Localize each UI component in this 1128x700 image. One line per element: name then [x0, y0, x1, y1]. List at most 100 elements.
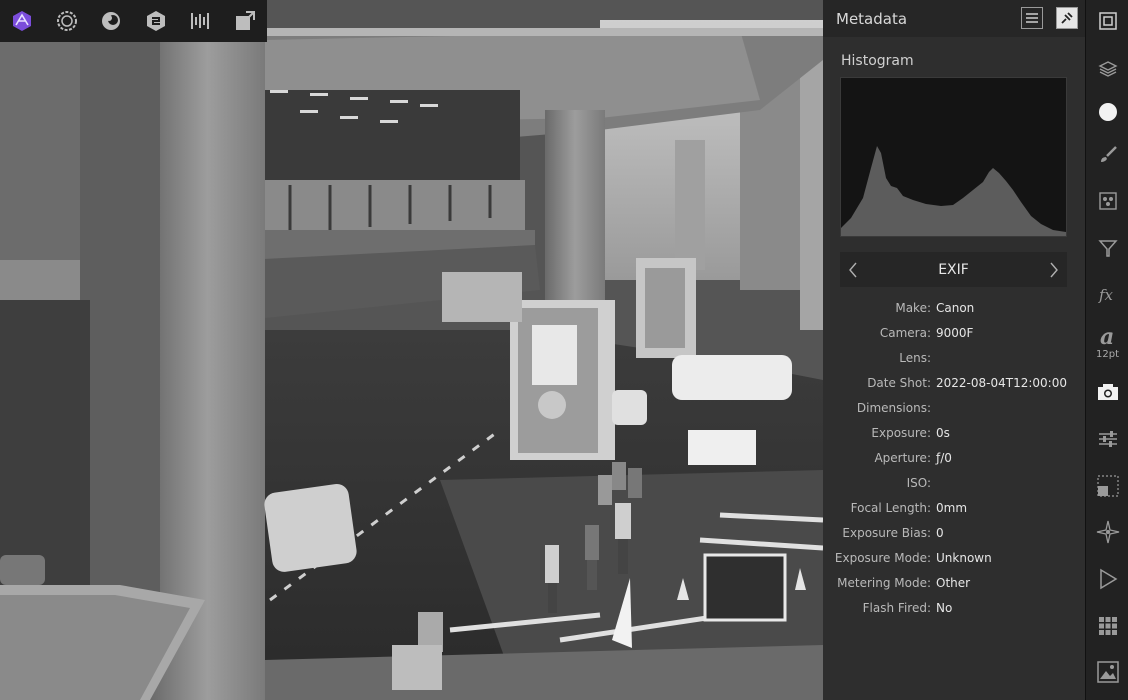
fx-icon: fx [1098, 286, 1114, 304]
exif-row-focal-length: Focal Length: 0mm [823, 497, 1085, 522]
exif-row-make: Make: Canon [823, 297, 1085, 322]
navigator-compass-button[interactable] [1086, 517, 1128, 547]
exif-row-dimensions: Dimensions: [823, 397, 1085, 422]
panel-title: Metadata [836, 9, 908, 28]
channels-button[interactable] [1086, 186, 1128, 216]
exif-row-exposure-mode: Exposure Mode: Unknown [823, 547, 1085, 572]
exif-next-button[interactable] [1047, 260, 1061, 280]
exif-row-exposure: Exposure: 0s [823, 422, 1085, 447]
exif-row-aperture: Aperture: ƒ/0 [823, 447, 1085, 472]
exif-prev-button[interactable] [846, 260, 860, 280]
library-button[interactable] [1086, 611, 1128, 641]
share-button[interactable] [223, 0, 268, 42]
adjustments-icon [1098, 431, 1117, 447]
fx-button[interactable]: fx [1086, 280, 1128, 310]
develop-persona-button[interactable] [89, 0, 134, 42]
exif-value: Canon [936, 301, 975, 315]
exif-label: Flash Fired: [862, 601, 931, 615]
panel-header: Metadata [823, 0, 1085, 37]
transform-icon [1096, 475, 1119, 497]
photo-persona-icon [13, 11, 32, 31]
tone-mapping-persona-button[interactable] [134, 0, 179, 42]
menu-lines-icon [1026, 13, 1038, 23]
filter-icon [1097, 240, 1118, 257]
navigator-icon [1098, 12, 1117, 30]
transform-button[interactable] [1086, 471, 1128, 501]
exif-row-date-shot: Date Shot: 2022-08-04T12:00:00 [823, 372, 1085, 397]
histogram-chart [840, 77, 1067, 237]
macro-play-button[interactable] [1086, 564, 1128, 594]
svg-text:fx: fx [1098, 286, 1114, 304]
exif-value: Unknown [936, 551, 992, 565]
exif-navigator: EXIF [840, 252, 1067, 287]
exif-value: 9000F [936, 326, 974, 340]
develop-persona-icon [102, 12, 121, 30]
studio-toolbar: fx a 12pt [1085, 0, 1128, 700]
document-canvas[interactable] [0, 0, 823, 700]
exif-row-iso: ISO: [823, 472, 1085, 497]
export-persona-button[interactable] [178, 0, 223, 42]
play-icon [1099, 568, 1117, 590]
exif-label: Date Shot: [867, 376, 931, 390]
exif-label: Aperture: [874, 451, 931, 465]
channels-icon [1098, 192, 1117, 210]
persona-toolbar [0, 0, 267, 42]
metadata-panel: Metadata Histogram EXIF Make: Canon Came… [823, 0, 1085, 700]
filters-button[interactable] [1086, 233, 1128, 263]
character-icon: a [1100, 325, 1114, 349]
exif-value: 2022-08-04T12:00:00 [936, 376, 1067, 390]
exif-label: Dimensions: [856, 401, 931, 415]
photo-persona-button[interactable] [0, 0, 45, 42]
panel-pin-button[interactable] [1056, 7, 1078, 29]
grid-icon [1098, 617, 1117, 635]
export-persona-icon [191, 13, 210, 29]
exif-label: Metering Mode: [837, 576, 931, 590]
navigator-compass-icon [1096, 520, 1119, 544]
exif-label: Exposure: [871, 426, 931, 440]
exif-value: 0mm [936, 501, 968, 515]
metadata-button[interactable] [1086, 377, 1128, 407]
histogram-label: Histogram [841, 53, 914, 69]
exif-value: No [936, 601, 953, 615]
metadata-camera-icon [1097, 384, 1118, 400]
exif-value: Other [936, 576, 971, 590]
brushes-button[interactable] [1086, 140, 1128, 170]
brush-icon [1100, 146, 1117, 162]
exif-row-flash-fired: Flash Fired: No [823, 597, 1085, 622]
photo-image [0, 0, 823, 700]
exif-row-camera: Camera: 9000F [823, 322, 1085, 347]
adjustments-button[interactable] [1086, 424, 1128, 454]
exif-row-metering-mode: Metering Mode: Other [823, 572, 1085, 597]
layers-button[interactable] [1086, 54, 1128, 84]
exif-table: Make: Canon Camera: 9000F Lens: Date Shot:… [823, 297, 1085, 622]
exif-section-title: EXIF [938, 261, 969, 278]
panel-menu-button[interactable] [1021, 7, 1043, 29]
tone-mapping-persona-icon [146, 11, 165, 31]
svg-text:a: a [1100, 325, 1114, 349]
exif-label: ISO: [906, 476, 931, 490]
share-icon [235, 11, 255, 30]
pin-icon [1061, 12, 1073, 24]
exif-label: Make: [895, 301, 931, 315]
chevron-left-icon [849, 262, 857, 278]
stock-button[interactable] [1086, 657, 1128, 687]
character-button[interactable]: a [1086, 322, 1128, 352]
exif-label: Focal Length: [850, 501, 931, 515]
color-icon [1098, 103, 1117, 121]
navigator-button[interactable] [1086, 6, 1128, 36]
font-size-label: 12pt [1096, 349, 1119, 360]
histogram-graph [841, 146, 1066, 236]
exif-row-exposure-bias: Exposure Bias: 0 [823, 522, 1085, 547]
liquify-persona-icon [56, 11, 77, 31]
exif-label: Exposure Mode: [834, 551, 931, 565]
exif-label: Camera: [879, 326, 931, 340]
exif-row-lens: Lens: [823, 347, 1085, 372]
liquify-persona-button[interactable] [45, 0, 90, 42]
image-icon [1096, 661, 1119, 683]
layers-icon [1097, 61, 1118, 77]
exif-label: Lens: [899, 351, 931, 365]
exif-value: 0 [936, 526, 944, 540]
exif-value: 0s [936, 426, 950, 440]
color-button[interactable] [1086, 97, 1128, 127]
exif-label: Exposure Bias: [842, 526, 931, 540]
